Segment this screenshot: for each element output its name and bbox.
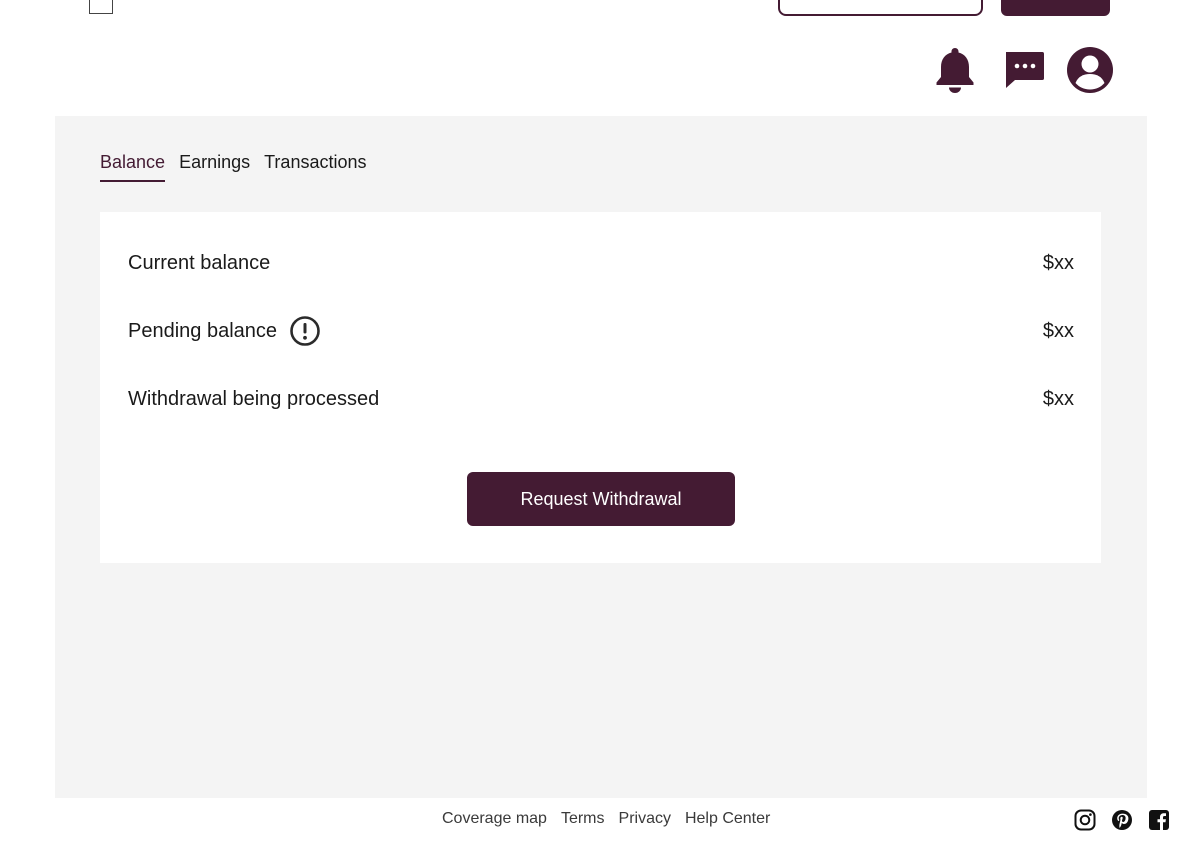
footer-link-help-center[interactable]: Help Center	[685, 810, 770, 828]
current-balance-label: Current balance	[128, 251, 271, 274]
top-outline-button[interactable]	[778, 0, 983, 16]
pinterest-icon[interactable]	[1111, 809, 1133, 831]
request-withdrawal-button[interactable]: Request Withdrawal	[467, 472, 735, 526]
chat-icon[interactable]	[1002, 48, 1046, 92]
footer-link-terms[interactable]: Terms	[561, 810, 605, 828]
footer-link-privacy[interactable]: Privacy	[619, 810, 671, 828]
bell-icon[interactable]	[933, 46, 977, 94]
top-filled-button[interactable]	[1001, 0, 1110, 16]
withdrawal-processing-value: $xx	[1042, 387, 1074, 410]
social-links	[1074, 809, 1170, 831]
pending-balance-value: $xx	[1042, 319, 1074, 342]
user-icon[interactable]	[1066, 46, 1114, 94]
pending-balance-label: Pending balance	[128, 319, 278, 342]
tab-bar: Balance Earnings Transactions	[100, 152, 366, 182]
footer-links: Coverage map Terms Privacy Help Center	[442, 810, 770, 828]
current-balance-row: Current balance $xx	[128, 247, 1074, 279]
facebook-icon[interactable]	[1148, 809, 1170, 831]
top-checkbox[interactable]	[89, 0, 113, 14]
withdrawal-processing-row: Withdrawal being processed $xx	[128, 383, 1074, 415]
current-balance-value: $xx	[1042, 251, 1074, 274]
tab-earnings[interactable]: Earnings	[179, 152, 250, 182]
main-panel: Balance Earnings Transactions Current ba…	[55, 116, 1147, 798]
withdrawal-processing-label: Withdrawal being processed	[128, 387, 380, 410]
balance-card: Current balance $xx Pending balance $xx	[100, 212, 1101, 563]
pending-balance-row: Pending balance $xx	[128, 315, 1074, 347]
header-icons	[933, 46, 1114, 94]
page: Balance Earnings Transactions Current ba…	[0, 0, 1200, 847]
tab-balance[interactable]: Balance	[100, 152, 166, 182]
info-icon[interactable]	[289, 315, 321, 347]
tab-transactions[interactable]: Transactions	[264, 152, 366, 182]
footer-link-coverage-map[interactable]: Coverage map	[442, 810, 547, 828]
instagram-icon[interactable]	[1074, 809, 1096, 831]
